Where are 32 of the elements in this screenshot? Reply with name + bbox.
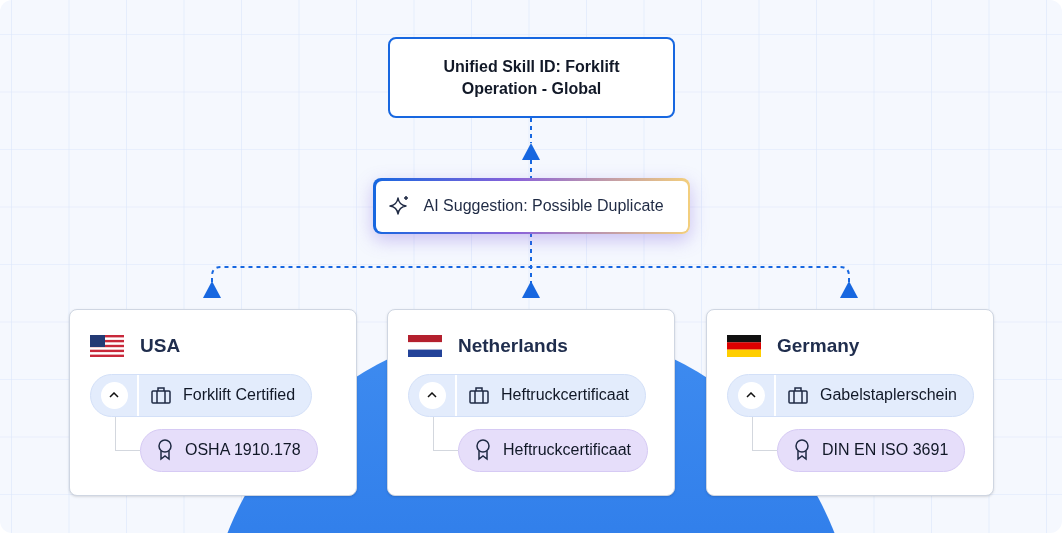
flag-icon <box>408 335 442 358</box>
briefcase-icon <box>788 386 808 404</box>
skill-label: Gabelstaplerschein <box>820 385 957 405</box>
flag-icon <box>90 335 124 358</box>
certification-label: Heftruckcertificaat <box>503 440 632 460</box>
tree-line <box>115 416 140 451</box>
award-icon <box>794 439 810 461</box>
certification-label: OSHA 1910.178 <box>185 440 301 460</box>
skill-label: Heftruckcertificaat <box>501 385 630 405</box>
skill-pill[interactable]: Forklift Certified <box>90 373 313 417</box>
tree-line <box>752 416 777 451</box>
country-name: USA <box>140 334 181 358</box>
country-name: Germany <box>777 334 860 358</box>
skill-label: Forklift Certified <box>183 385 296 405</box>
suggestion-label: AI Suggestion: Possible Duplicate <box>423 196 664 216</box>
skill-pill[interactable]: Gabelstaplerschein <box>727 373 974 417</box>
certification-pill[interactable]: OSHA 1910.178 <box>140 428 318 472</box>
award-icon <box>157 439 173 461</box>
country-name: Netherlands <box>458 334 568 358</box>
briefcase-icon <box>151 386 171 404</box>
certification-label: DIN EN ISO 3691 <box>822 440 949 460</box>
chevron-up-icon <box>746 392 756 398</box>
chevron-up-icon <box>427 392 437 398</box>
certification-pill[interactable]: DIN EN ISO 3691 <box>777 428 966 472</box>
skill-pill[interactable]: Heftruckcertificaat <box>408 373 647 417</box>
tree-line <box>433 416 458 451</box>
certification-pill[interactable]: Heftruckcertificaat <box>458 428 649 472</box>
briefcase-icon <box>469 386 489 404</box>
flag-icon <box>727 335 761 358</box>
chevron-up-icon <box>109 392 119 398</box>
award-icon <box>475 439 491 461</box>
node-title: Unified Skill ID: Forklift Operation - Global <box>442 56 621 99</box>
